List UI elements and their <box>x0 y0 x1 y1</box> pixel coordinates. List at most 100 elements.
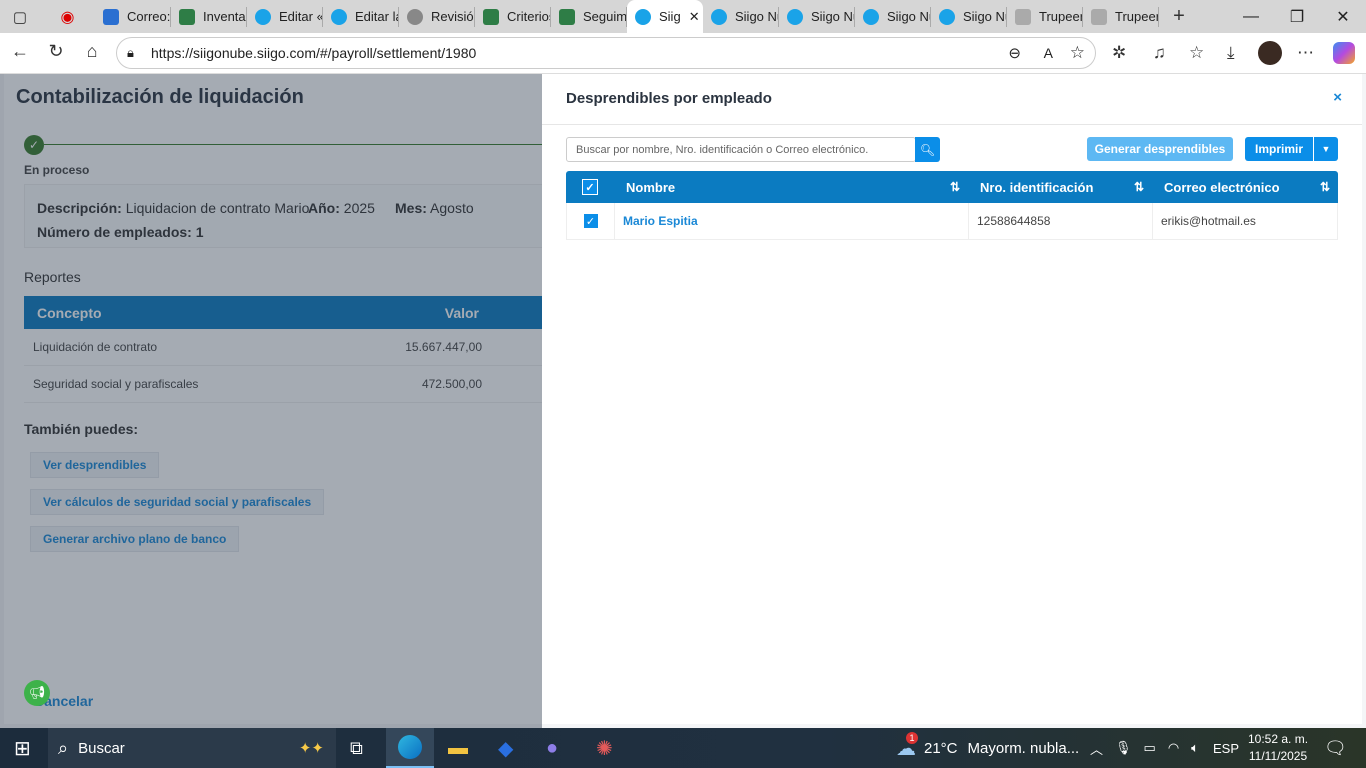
browser-tab[interactable]: Inventar <box>171 6 247 27</box>
zoom-out-icon[interactable]: ⊖ <box>1008 44 1021 62</box>
tab-actions-icon[interactable]: ▢ <box>0 8 40 26</box>
tab-label: Siigo Nu <box>963 9 1006 24</box>
system-tray[interactable]: ︿ 🎙︎ ▭ ◠ 🔈︎ <box>1090 728 1199 768</box>
tab-label: Inventar <box>203 9 247 24</box>
taskbar-search[interactable]: ⌕ Buscar ✦✦ <box>48 728 336 768</box>
browser-tab[interactable]: Correo: <box>95 6 171 27</box>
favorite-star-icon[interactable]: ☆ <box>1070 43 1085 63</box>
browser-tab[interactable]: Trupeer <box>1007 6 1083 27</box>
outlook-favicon-icon <box>103 8 119 25</box>
siigo-favicon-icon <box>787 8 803 25</box>
close-tab-icon[interactable]: ✕ <box>689 9 700 25</box>
sparkle-icon: ✦✦ <box>298 740 324 757</box>
close-window-button[interactable]: ✕ <box>1320 0 1366 33</box>
browser-tab[interactable]: Trupeer <box>1083 6 1159 27</box>
browser-tab[interactable]: Editar « <box>247 6 323 27</box>
print-dropdown-button[interactable]: ▼ <box>1313 137 1338 161</box>
profile-avatar[interactable] <box>1258 41 1282 65</box>
siigo-favicon-icon <box>331 8 347 25</box>
sort-icon[interactable]: ⇅ <box>1134 180 1144 194</box>
table-row: ✓ Mario Espitia 12588644858 erikis@hotma… <box>566 203 1338 240</box>
language-indicator[interactable]: ESP <box>1213 728 1239 768</box>
teams-icon[interactable]: ● <box>546 728 558 768</box>
trupeer-favicon-icon <box>1091 8 1107 25</box>
browser-tab[interactable]: Editar la <box>323 6 399 27</box>
tab-label: Editar « <box>279 9 323 24</box>
microphone-icon[interactable]: 🎙︎ <box>1115 740 1132 756</box>
home-icon[interactable]: ⌂ <box>80 41 104 62</box>
read-aloud-icon[interactable]: A <box>1044 45 1053 61</box>
sort-icon[interactable]: ⇅ <box>1320 180 1330 194</box>
excel-favicon-icon <box>559 8 575 25</box>
favorites-icon[interactable]: ☆ <box>1189 43 1204 63</box>
taskbar-search-label: Buscar <box>78 739 125 757</box>
siigo-favicon-icon <box>939 8 955 25</box>
browser-tab[interactable]: Criterios <box>475 6 551 27</box>
edge-taskbar-icon[interactable] <box>386 728 434 768</box>
url-field[interactable]: 🔒︎ https://siigonube.siigo.com/#/payroll… <box>116 37 1096 69</box>
tab-label: Correo: <box>127 9 171 24</box>
employee-search-input[interactable]: Buscar por nombre, Nro. identificación o… <box>566 137 916 162</box>
search-button[interactable]: 🔍︎ <box>915 137 940 162</box>
refresh-icon[interactable]: ↻ <box>44 41 68 62</box>
lock-icon: 🔒︎ <box>127 45 134 60</box>
weather-badge: 1 <box>906 731 918 744</box>
divider <box>542 124 1362 125</box>
row-checkbox[interactable]: ✓ <box>582 213 599 229</box>
close-drawer-button[interactable]: × <box>1333 89 1342 106</box>
browser-tab-bar: ▢ ◉ Correo: Inventar Editar « Editar la Revi… <box>0 0 1366 33</box>
windows-start-icon[interactable]: ⊞ <box>14 728 31 768</box>
browser-tab[interactable]: Siigo Nu <box>779 6 855 27</box>
siigo-favicon-icon <box>711 8 727 25</box>
weather-widget[interactable]: ☁ 1 21°C Mayorm. nubla... <box>896 728 1079 768</box>
maximize-button[interactable]: ❐ <box>1274 0 1320 33</box>
file-explorer-icon[interactable]: ▬ <box>448 728 468 768</box>
employee-id: 12588644858 <box>969 203 1153 239</box>
new-tab-button[interactable]: + <box>1159 5 1199 28</box>
minimize-button[interactable]: — <box>1228 0 1274 33</box>
print-button[interactable]: Imprimir <box>1245 137 1313 161</box>
chatgpt-favicon-icon <box>407 8 423 25</box>
app-icon[interactable]: ◆ <box>498 728 513 768</box>
caret-down-icon: ▼ <box>1321 144 1331 154</box>
downloads-icon[interactable]: ⤓ <box>1227 43 1235 63</box>
tab-label: Siig <box>659 9 681 24</box>
excel-favicon-icon <box>483 8 499 25</box>
more-icon[interactable]: ⋯ <box>1297 43 1314 63</box>
copilot-icon[interactable] <box>1333 42 1355 64</box>
browser-tab[interactable]: Siigo Nu <box>703 6 779 27</box>
feedback-megaphone-icon[interactable]: 📢︎ <box>24 680 50 706</box>
extensions-icon[interactable]: ✲ <box>1112 43 1126 63</box>
url-text: https://siigonube.siigo.com/#/payroll/se… <box>151 45 477 61</box>
time: 10:52 a. m. <box>1248 732 1309 746</box>
address-bar-area: ← ↻ ⌂ 🔒︎ https://siigonube.siigo.com/#/p… <box>0 33 1366 74</box>
col-email: Correo electrónico <box>1164 179 1280 195</box>
task-view-icon[interactable]: ⧉ <box>350 728 363 768</box>
battery-icon[interactable]: ▭ <box>1144 740 1156 756</box>
sort-icon[interactable]: ⇅ <box>950 180 960 194</box>
modal-backdrop[interactable] <box>0 74 542 728</box>
record-icon[interactable]: ◉ <box>40 7 95 27</box>
browser-tab[interactable]: Revisión <box>399 6 475 27</box>
tab-label: Siigo Nu <box>887 9 930 24</box>
notifications-icon[interactable]: 🗨︎ <box>1324 728 1347 768</box>
volume-icon[interactable]: 🔈︎ <box>1191 740 1199 756</box>
siigo-favicon-icon <box>863 8 879 25</box>
employee-name-link[interactable]: Mario Espitia <box>615 203 969 239</box>
clock[interactable]: 10:52 a. m. 11/11/2025 <box>1248 728 1308 768</box>
tab-label: Criterios <box>507 9 551 24</box>
generate-payslips-button[interactable]: Generar desprendibles <box>1087 137 1233 161</box>
tab-label: Trupeer <box>1039 9 1083 24</box>
browser-tab[interactable]: Seguimi <box>551 6 627 27</box>
browser-tab[interactable]: Siigo Nu <box>931 6 1007 27</box>
siigo-favicon-icon <box>635 8 651 25</box>
search-icon: ⌕ <box>58 737 69 758</box>
select-all-checkbox[interactable]: ✓ <box>582 179 598 195</box>
browser-tab[interactable]: Siigo Nu <box>855 6 931 27</box>
chevron-up-icon[interactable]: ︿ <box>1090 739 1103 758</box>
browser-tab[interactable]: Siig ✕ <box>627 0 703 33</box>
wifi-icon[interactable]: ◠ <box>1168 740 1179 756</box>
app-icon-2[interactable]: ✺ <box>596 728 613 768</box>
media-icon[interactable]: ♫ <box>1153 43 1166 63</box>
back-icon[interactable]: ← <box>8 41 32 62</box>
